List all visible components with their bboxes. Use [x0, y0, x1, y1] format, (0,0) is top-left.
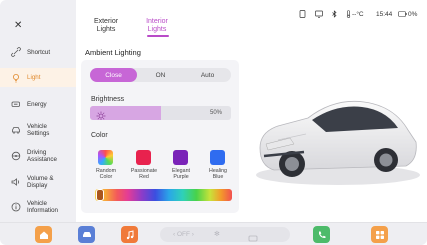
dock: ‹ OFF › ✻ [0, 222, 427, 245]
climate-off-text: ‹ OFF › [173, 230, 194, 238]
sidebar-item-label: Shortcut [27, 48, 51, 56]
tab-indicator [147, 35, 169, 37]
random-color-swatch[interactable] [98, 150, 113, 165]
mode-auto-option[interactable]: Auto [184, 68, 231, 82]
sun-icon [96, 108, 106, 120]
car-image [246, 60, 427, 222]
sidebar-item-label: Volume & Display [27, 175, 54, 189]
swatch-label: Healing Blue [209, 168, 227, 181]
tab-interior-lights[interactable]: Interior Lights [139, 18, 175, 33]
screen-icon [315, 10, 323, 20]
section-title: Ambient Lighting [85, 48, 141, 57]
sidebar: ✕ Shortcut Light Energy Vehicle Settings [0, 0, 76, 222]
swatch-label: Elegant Purple [172, 168, 190, 181]
sidebar-item-light[interactable]: Light [0, 68, 76, 87]
car-icon [11, 125, 21, 135]
clock-text: 15:44 [376, 11, 393, 18]
car-control-button[interactable] [78, 226, 95, 243]
brightness-value: 50% [209, 109, 222, 116]
sidebar-item-energy[interactable]: Energy [0, 96, 76, 112]
mode-close-option[interactable]: Close [90, 68, 137, 82]
thermometer-icon [346, 10, 351, 20]
shortcut-icon [11, 47, 21, 57]
sidebar-item-label: Energy [27, 100, 47, 108]
mode-on-option[interactable]: ON [137, 68, 184, 82]
brightness-slider[interactable]: 50% [90, 106, 231, 120]
brightness-label: Brightness [91, 96, 125, 103]
spectrum-handle[interactable] [96, 189, 104, 201]
battery-percent-text: 0% [408, 11, 418, 18]
fan-icon: ✻ [214, 231, 220, 238]
phone-button[interactable] [313, 226, 330, 243]
music-note-icon [126, 229, 133, 239]
car-icon [82, 231, 91, 237]
swatch-label: Random Color [95, 168, 117, 181]
grid-icon [375, 230, 384, 239]
battery-status-icon [398, 10, 407, 20]
tab-exterior-lights[interactable]: Exterior Lights [86, 18, 126, 33]
phone-icon [318, 231, 325, 238]
light-bulb-icon [11, 73, 21, 83]
temperature-text: --°C [352, 11, 364, 18]
sidebar-item-label: Vehicle Settings [27, 123, 50, 137]
sidebar-item-shortcut[interactable]: Shortcut [0, 44, 76, 60]
sidebar-item-label: Driving Assistance [27, 149, 57, 163]
sidebar-item-vehicle-information[interactable]: Vehicle Information [0, 197, 76, 217]
info-icon [11, 202, 21, 212]
battery-icon [11, 99, 21, 109]
sidebar-item-volume-display[interactable]: Volume & Display [0, 172, 76, 192]
close-icon[interactable]: ✕ [14, 20, 22, 31]
screen: ✕ Shortcut Light Energy Vehicle Settings [0, 0, 427, 245]
climate-control[interactable]: ‹ OFF › ✻ [160, 227, 290, 242]
color-label: Color [91, 132, 108, 139]
elegant-purple-swatch[interactable] [173, 150, 188, 165]
home-icon [39, 231, 48, 239]
bluetooth-icon [331, 10, 338, 20]
sidebar-item-label: Vehicle Information [27, 200, 58, 214]
seat-heat-icon [248, 230, 258, 245]
music-button[interactable] [121, 226, 138, 243]
phone-icon [299, 10, 306, 20]
sidebar-item-label: Light [27, 74, 41, 81]
speaker-icon [11, 177, 21, 187]
apps-button[interactable] [371, 226, 388, 243]
sidebar-item-vehicle-settings[interactable]: Vehicle Settings [0, 120, 76, 140]
swatch-label: Passionate Red [130, 168, 158, 181]
mode-segmented-control: Close ON Auto [90, 68, 231, 82]
home-button[interactable] [35, 226, 52, 243]
steering-wheel-icon [11, 151, 21, 161]
passionate-red-swatch[interactable] [136, 150, 151, 165]
sidebar-item-driving-assistance[interactable]: Driving Assistance [0, 146, 76, 166]
healing-blue-swatch[interactable] [210, 150, 225, 165]
color-spectrum-slider[interactable] [95, 189, 232, 201]
